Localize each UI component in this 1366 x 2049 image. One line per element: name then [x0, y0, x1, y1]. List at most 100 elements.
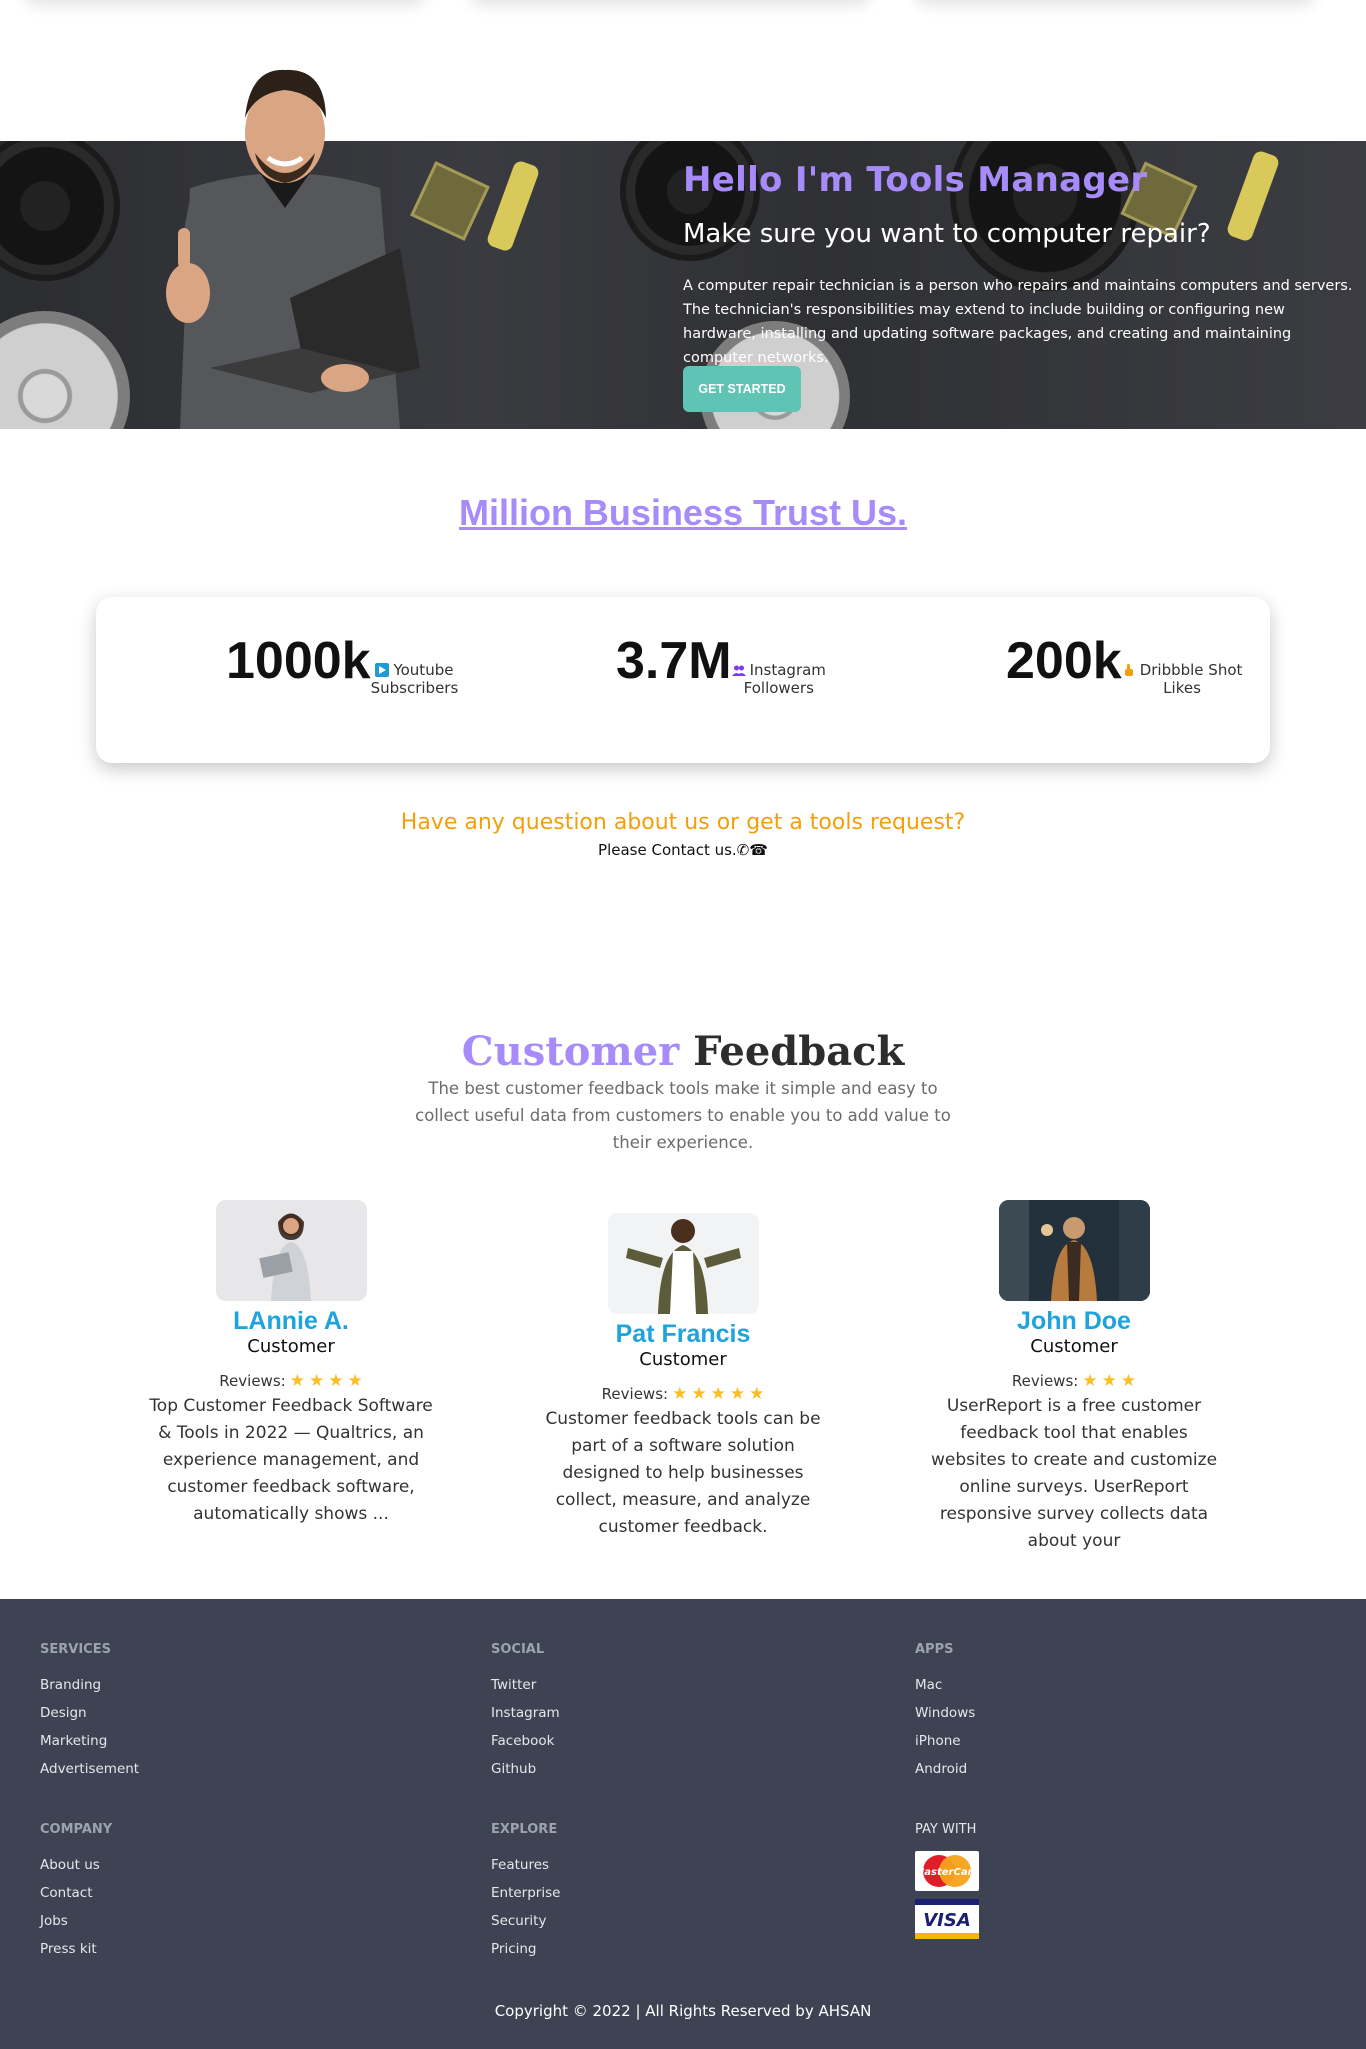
footer-heading: COMPANY [40, 1822, 113, 1837]
customer-review-text: Customer feedback tools can be part of a… [545, 1409, 821, 1537]
hard-disk-graphic [0, 311, 130, 429]
feedback-description: The best customer feedback tools make it… [415, 1079, 951, 1152]
footer-heading: EXPLORE [491, 1822, 558, 1837]
footer-link[interactable]: Jobs [40, 1907, 112, 1935]
stat-dribbble: 200k Dribbble Shot Likes [1006, 631, 1242, 697]
footer-link[interactable]: Branding [40, 1671, 139, 1699]
stat-youtube: 1000k Youtube Subscribers [226, 631, 458, 697]
phone-icon: ✆☎ [736, 841, 768, 859]
footer-heading: PAY WITH [915, 1822, 977, 1837]
hero-subtitle: Make sure you want to computer repair? [683, 219, 1211, 249]
customer-card: Pat Francis Customer Reviews: ★ ★ ★ ★ ★ Custo… [518, 1213, 848, 1541]
customer-name: John Doe [1017, 1307, 1131, 1335]
avatar [607, 1213, 759, 1314]
feedback-heading: Customer Feedback [461, 1028, 905, 1075]
footer-heading: SERVICES [40, 1642, 111, 1657]
footer-heading: APPS [915, 1642, 954, 1657]
cpu-chip-graphic [410, 161, 490, 241]
footer-services: SERVICES Branding Design Marketing Adver… [40, 1642, 139, 1783]
stats-card: 1000k Youtube Subscribers 3.7M Instagram… [96, 597, 1270, 763]
stat-instagram: 3.7M Instagram Followers [616, 631, 826, 697]
fan-graphic [0, 141, 120, 281]
footer-link[interactable]: Pricing [491, 1935, 560, 1963]
customer-name: Pat Francis [615, 1320, 751, 1348]
hero-title: Hello I'm Tools Manager [683, 160, 1148, 200]
contact-prompt[interactable]: Please Contact us.✆☎ [0, 841, 1366, 859]
footer-link[interactable]: Security [491, 1907, 560, 1935]
footer-link[interactable]: Windows [915, 1699, 975, 1727]
customer-review-text: Top Customer Feedback Software & Tools i… [149, 1396, 433, 1524]
svg-text:MasterCard: MasterCard [915, 1867, 979, 1878]
svg-text:VISA: VISA [923, 1910, 971, 1931]
stat-label: Dribbble Shot Likes [1122, 661, 1242, 697]
footer-explore: EXPLORE Features Enterprise Security Pri… [491, 1822, 560, 1963]
footer-pay: PAY WITH MasterCard VISA [914, 1822, 981, 1939]
footer-link[interactable]: Contact [40, 1879, 112, 1907]
footer-link[interactable]: iPhone [915, 1727, 975, 1755]
screwdriver-graphic [485, 159, 541, 253]
star-icon: ★ [328, 1371, 344, 1391]
footer-link[interactable]: Advertisement [40, 1755, 139, 1783]
star-icon: ★ [1120, 1371, 1137, 1391]
star-icon: ★ [672, 1384, 688, 1404]
footer-link[interactable]: About us [40, 1851, 112, 1879]
footer-link[interactable]: Features [491, 1851, 560, 1879]
star-icon: ★ [347, 1371, 363, 1391]
star-icon: ★ [1082, 1371, 1098, 1391]
stat-sublabel: Likes [1163, 679, 1201, 697]
footer-link[interactable]: Instagram [491, 1699, 560, 1727]
customer-review-text: UserReport is a free customer feedback t… [930, 1396, 1218, 1551]
customer-name: LAnnie A. [233, 1307, 349, 1335]
screwdriver-graphic [1225, 149, 1281, 243]
footer-link[interactable]: Mac [915, 1671, 975, 1699]
footer-link[interactable]: Twitter [491, 1671, 560, 1699]
footer-social: SOCIAL Twitter Instagram Facebook Github [491, 1642, 560, 1783]
avatar [998, 1200, 1150, 1301]
reviews: Reviews: ★ ★ ★ [1011, 1371, 1137, 1391]
stat-sublabel: Followers [743, 679, 814, 697]
mastercard-logo[interactable]: MasterCard [914, 1851, 981, 1891]
footer-link[interactable]: Press kit [40, 1935, 112, 1963]
technician-image [166, 69, 420, 429]
star-icon: ★ [710, 1384, 726, 1404]
star-icon: ★ [289, 1371, 305, 1391]
footer-link[interactable]: Marketing [40, 1727, 139, 1755]
footer-link[interactable]: Design [40, 1699, 139, 1727]
thumbs-up-icon [1122, 663, 1136, 677]
footer: SERVICES Branding Design Marketing Adver… [0, 1599, 1366, 2049]
footer-apps: APPS Mac Windows iPhone Android [915, 1642, 975, 1783]
copyright: Copyright © 2022 | All Rights Reserved b… [494, 2002, 872, 2020]
reviews: Reviews: ★ ★ ★ ★ [219, 1371, 363, 1391]
stat-sublabel: Subscribers [370, 679, 459, 697]
stat-value: 200k [1006, 632, 1122, 690]
footer-link[interactable]: Facebook [491, 1727, 560, 1755]
hero-description: A computer repair technician is a person… [683, 278, 1353, 366]
people-icon [731, 663, 746, 677]
footer-company: COMPANY About us Contact Jobs Press kit [40, 1822, 112, 1963]
footer-link[interactable]: Android [915, 1755, 975, 1783]
star-icon: ★ [729, 1384, 746, 1404]
footer-link[interactable]: Enterprise [491, 1879, 560, 1907]
trust-heading[interactable]: Million Business Trust Us. [0, 492, 1366, 534]
stat-label: Instagram Followers [731, 661, 826, 697]
star-icon: ★ [749, 1384, 765, 1404]
customer-role: Customer [247, 1336, 335, 1357]
customer-card: John Doe Customer Reviews: ★ ★ ★ UserReport… [909, 1200, 1239, 1555]
customer-role: Customer [639, 1349, 727, 1370]
avatar [215, 1200, 367, 1301]
star-icon: ★ [1101, 1371, 1117, 1391]
stat-label: Youtube Subscribers [370, 661, 459, 697]
visa-logo[interactable]: VISA [915, 1899, 979, 1939]
youtube-icon [375, 663, 390, 677]
footer-link[interactable]: Github [491, 1755, 560, 1783]
customer-card: LAnnie A. Customer Reviews: ★ ★ ★ ★ Top Cust… [126, 1200, 456, 1528]
star-icon: ★ [691, 1384, 707, 1404]
contact-question: Have any question about us or get a tool… [400, 810, 966, 835]
stat-value: 1000k [226, 632, 371, 690]
star-icon: ★ [308, 1371, 325, 1391]
get-started-button[interactable]: GET STARTED [683, 366, 801, 412]
reviews: Reviews: ★ ★ ★ ★ ★ [601, 1384, 765, 1404]
customer-role: Customer [1030, 1336, 1118, 1357]
stat-value: 3.7M [616, 632, 732, 690]
footer-heading: SOCIAL [491, 1642, 545, 1657]
